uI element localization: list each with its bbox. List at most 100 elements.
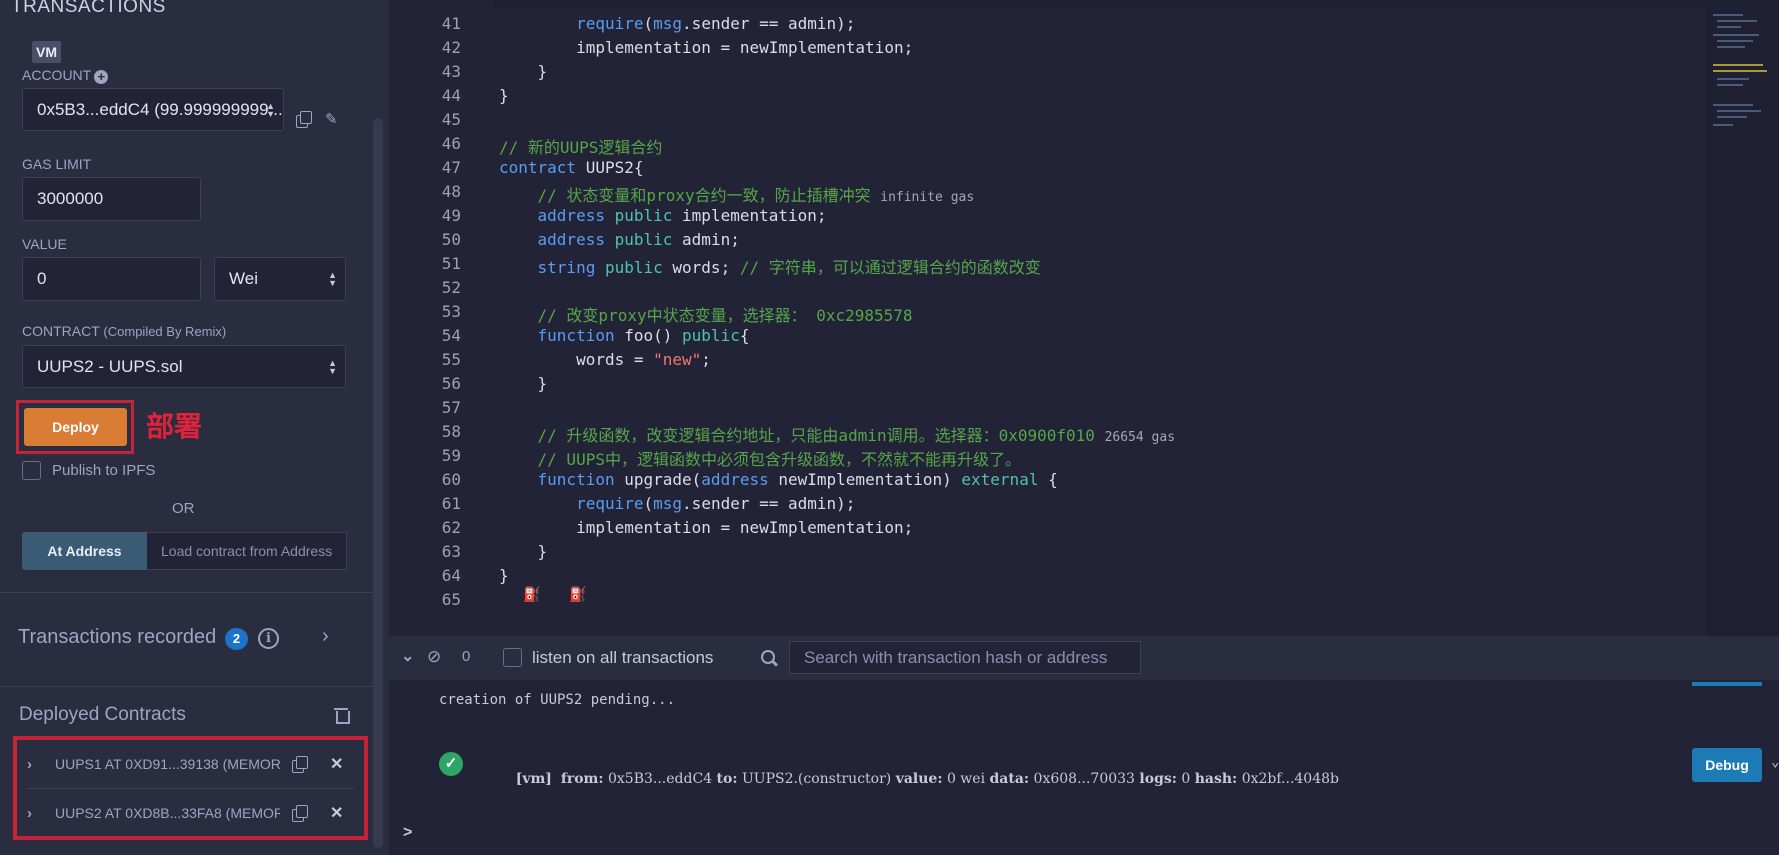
line-number: 41 xyxy=(441,14,461,33)
at-address-input[interactable]: Load contract from Address xyxy=(147,532,347,570)
minimap-line xyxy=(1713,124,1733,126)
value-unit: Wei xyxy=(229,269,258,288)
line-number: 59 xyxy=(441,446,461,465)
minimap-line xyxy=(1713,34,1759,36)
line-number: 50 xyxy=(441,230,461,249)
code-line: } xyxy=(499,86,509,105)
line-number: 63 xyxy=(441,542,461,561)
tx-label: to: xyxy=(716,771,738,787)
minimap[interactable] xyxy=(1707,8,1779,636)
code-line: } xyxy=(499,566,509,585)
minimap-line xyxy=(1713,64,1763,66)
deploy-annotation: 部署 xyxy=(146,410,203,443)
chevron-down-icon[interactable]: ⌄ xyxy=(1771,754,1779,770)
contract-value: UUPS2 - UUPS.sol xyxy=(37,356,183,376)
code-line: function upgrade(address newImplementati… xyxy=(499,470,1058,489)
divider xyxy=(0,592,377,593)
line-number: 65 xyxy=(441,590,461,609)
contract-select[interactable]: UUPS2 - UUPS.sol ▲ ▼ xyxy=(22,345,346,388)
deployed-contracts-title: Deployed Contracts xyxy=(19,704,186,725)
code-text: .sender == admin); xyxy=(682,14,856,33)
at-address-button[interactable]: At Address xyxy=(22,532,147,570)
line-number: 64 xyxy=(441,566,461,585)
plus-circle-icon[interactable]: + xyxy=(94,70,109,84)
code-keyword: require xyxy=(576,14,644,33)
section-title: TRANSACTIONS xyxy=(11,0,166,17)
code-comment: // UUPS中，逻辑函数中必须包含升级函数，不然就不能再升级了。 xyxy=(499,450,1021,469)
code-line: require(msg.sender == admin); xyxy=(576,494,856,513)
listen-label: listen on all transactions xyxy=(532,648,714,667)
code-keyword: public xyxy=(614,230,673,249)
terminal-search-input[interactable]: Search with transaction hash or address xyxy=(789,641,1141,674)
copy-icon[interactable] xyxy=(296,111,312,128)
previous-debug-button-edge xyxy=(1692,682,1762,686)
chevron-right-icon[interactable]: › xyxy=(322,625,329,648)
ban-icon[interactable]: ⊘ xyxy=(427,647,441,667)
line-number: 44 xyxy=(441,86,461,105)
code-comment: // 新的UUPS逻辑合约 xyxy=(499,138,663,157)
code-string: "new" xyxy=(653,350,702,369)
tx-label: value: xyxy=(895,771,943,787)
minimap-line xyxy=(1717,40,1753,42)
minimap-line xyxy=(1713,14,1743,16)
copy-icon[interactable] xyxy=(292,805,308,822)
line-number: 47 xyxy=(441,158,461,177)
code-line: implementation = newImplementation; xyxy=(499,518,914,537)
terminal-panel: ⌄ ⊘ 0 listen on all transactions Search … xyxy=(389,636,1779,855)
debug-button[interactable]: Debug xyxy=(1692,748,1762,782)
transaction-log[interactable]: [vm] from: 0x5B3...eddC4 to: UUPS2.(cons… xyxy=(489,755,1339,803)
value-input[interactable]: 0 xyxy=(22,257,201,301)
line-number: 60 xyxy=(441,470,461,489)
line-number: 53 xyxy=(441,302,461,321)
account-value: 0x5B3...eddC4 (99.999999999... xyxy=(37,99,283,119)
deploy-run-panel: TRANSACTIONS VM ACCOUNT + 0x5B3...eddC4 (… xyxy=(0,0,389,855)
code-text: foo() xyxy=(614,326,683,345)
code-text: words; xyxy=(662,258,731,277)
code-editor[interactable]: 41 42 43 44 45 46 47 48 49 50 51 52 53 5… xyxy=(389,0,1779,636)
terminal-prompt[interactable]: > xyxy=(403,824,412,842)
deployed-contract-name: UUPS1 AT 0XD91...39138 (MEMORY) xyxy=(55,756,280,772)
deploy-button[interactable]: Deploy xyxy=(24,408,127,446)
gas-pump-icon[interactable]: ⛽ xyxy=(569,586,586,603)
tx-label: logs: xyxy=(1139,771,1177,787)
code-line: address public implementation; xyxy=(499,206,827,225)
code-comment: // 升级函数，改变逻辑合约地址，只能由admin调用。选择器：0x0900f0… xyxy=(499,426,1095,445)
deployed-contract-item[interactable]: › UUPS2 AT 0XD8B...33FA8 (MEMORY) ✕ xyxy=(17,789,364,837)
code-text: ; xyxy=(701,350,711,369)
code-line: } xyxy=(499,542,548,561)
gas-limit-input[interactable]: 3000000 xyxy=(22,177,201,221)
tx-value: 0x5B3...eddC4 xyxy=(607,771,713,787)
listen-checkbox[interactable] xyxy=(503,648,522,667)
line-number: 46 xyxy=(441,134,461,153)
select-arrows-icon: ▲ ▼ xyxy=(328,357,337,376)
code-text: ( xyxy=(643,14,654,33)
select-arrows-icon: ▲ ▼ xyxy=(266,100,275,119)
double-chevron-down-icon[interactable]: ⌄ xyxy=(401,646,414,666)
publish-ipfs-checkbox[interactable] xyxy=(22,461,41,480)
gas-pump-icon[interactable]: ⛽ xyxy=(523,586,540,603)
code-keyword: public xyxy=(604,258,663,277)
code-keyword: external xyxy=(961,470,1039,489)
chevron-right-icon[interactable]: › xyxy=(27,756,47,773)
publish-ipfs-label: Publish to IPFS xyxy=(52,462,156,479)
tx-value: 0 xyxy=(1181,771,1191,787)
close-icon[interactable]: ✕ xyxy=(330,754,343,774)
copy-icon[interactable] xyxy=(292,756,308,773)
code-comment: // 字符串，可以通过逻辑合约的函数改变 xyxy=(739,258,1041,277)
chevron-right-icon[interactable]: › xyxy=(27,805,47,822)
value-unit-select[interactable]: Wei ▲ ▼ xyxy=(214,257,346,301)
code-line: } xyxy=(499,374,548,393)
account-select[interactable]: 0x5B3...eddC4 (99.999999999... ▲ ▼ xyxy=(22,88,284,131)
deployed-contract-item[interactable]: › UUPS1 AT 0XD91...39138 (MEMORY) ✕ xyxy=(17,740,364,788)
transactions-recorded-label[interactable]: Transactions recorded xyxy=(18,626,216,649)
deployed-contracts-highlight: › UUPS1 AT 0XD91...39138 (MEMORY) ✕ › UU… xyxy=(13,736,368,840)
panel-scrollbar[interactable] xyxy=(373,118,383,848)
trash-icon[interactable] xyxy=(334,706,350,724)
line-number: 48 xyxy=(441,182,461,201)
tx-label: from: xyxy=(560,771,604,787)
edit-icon[interactable]: ✎ xyxy=(325,110,341,128)
info-icon[interactable]: i xyxy=(258,628,279,649)
code-comment: // 状态变量和proxy合约一致，防止插槽冲突 xyxy=(499,186,871,205)
close-icon[interactable]: ✕ xyxy=(330,803,343,823)
code-text: .sender == admin); xyxy=(682,494,856,513)
